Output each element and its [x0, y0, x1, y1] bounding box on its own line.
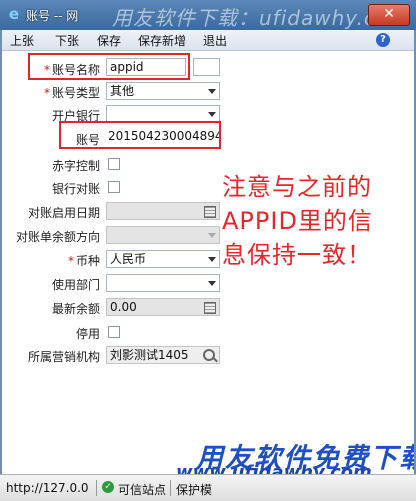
annotation-line-1: 注意与之前的 [222, 173, 372, 201]
calendar-icon[interactable] [204, 206, 216, 218]
window-title: 账号 -- 网 [26, 9, 79, 23]
chevron-down-icon[interactable] [208, 233, 216, 238]
department-select[interactable] [106, 274, 220, 292]
prev-button[interactable]: 上张 [10, 32, 34, 49]
title-bar: e 账号 -- 网 用友软件下载：ufidawhy.com ✕ [0, 0, 416, 30]
search-icon[interactable] [203, 349, 215, 361]
department-label: 使用部门 [51, 278, 100, 292]
annotation-line-3: 息保持一致！ [222, 241, 372, 269]
account-no-highlight [59, 121, 221, 149]
status-divider [170, 480, 171, 496]
status-bar: http://127.0.0 ✓ 可信站点 保护模 [0, 474, 416, 501]
ie-icon: e [8, 5, 20, 23]
red-control-label: 赤字控制 [51, 159, 100, 173]
next-button[interactable]: 下张 [55, 32, 79, 49]
close-button[interactable]: ✕ [368, 4, 410, 26]
help-icon[interactable]: ? [376, 33, 390, 47]
save-new-button[interactable]: 保存新增 [138, 32, 186, 49]
disabled-flag-label: 停用 [75, 327, 100, 341]
required-marker: * [67, 254, 74, 268]
account-type-select[interactable]: 其他 [106, 82, 220, 100]
currency-label: * 币种 [67, 254, 100, 268]
disabled-flag-checkbox[interactable] [108, 326, 120, 338]
exit-button[interactable]: 退出 [203, 32, 227, 49]
account-type-label: * 账号类型 [43, 86, 100, 100]
status-url: http://127.0.0 [6, 481, 89, 495]
chevron-down-icon[interactable] [208, 257, 216, 262]
chevron-down-icon[interactable] [208, 112, 216, 117]
status-protect: 保护模 [176, 483, 213, 497]
save-button[interactable]: 保存 [97, 32, 121, 49]
chevron-down-icon[interactable] [208, 89, 216, 94]
annotation-line-2: APPID里的信 [222, 207, 373, 235]
title-watermark: 用友软件下载：ufidawhy.com [112, 6, 410, 30]
currency-select[interactable]: 人民币 [106, 250, 220, 268]
status-divider [96, 480, 97, 496]
status-trusted: 可信站点 [118, 483, 167, 497]
reconcile-start-date-input[interactable] [106, 202, 220, 220]
org-label: 所属营销机构 [27, 350, 100, 364]
calculator-icon[interactable] [204, 302, 216, 314]
bank-reconcile-checkbox[interactable] [108, 181, 120, 193]
account-name-highlight [28, 53, 190, 80]
min-balance-label: 最新余额 [51, 302, 100, 316]
balance-direction-select[interactable] [106, 226, 220, 244]
chevron-down-icon[interactable] [208, 281, 216, 286]
trusted-site-icon: ✓ [102, 481, 114, 493]
account-name-extra-input[interactable] [193, 58, 220, 76]
balance-direction-label: 对账单余额方向 [15, 230, 100, 244]
org-lookup-input[interactable]: 刘影测试1405 [106, 346, 220, 364]
red-control-checkbox[interactable] [108, 158, 120, 170]
required-marker: * [43, 86, 50, 100]
bank-reconcile-label: 银行对账 [51, 182, 100, 196]
toolbar: 上张 下张 保存 保存新增 退出 ? [0, 30, 416, 51]
reconcile-start-label: 对账启用日期 [27, 206, 100, 220]
min-balance-input[interactable]: 0.00 [106, 298, 220, 316]
